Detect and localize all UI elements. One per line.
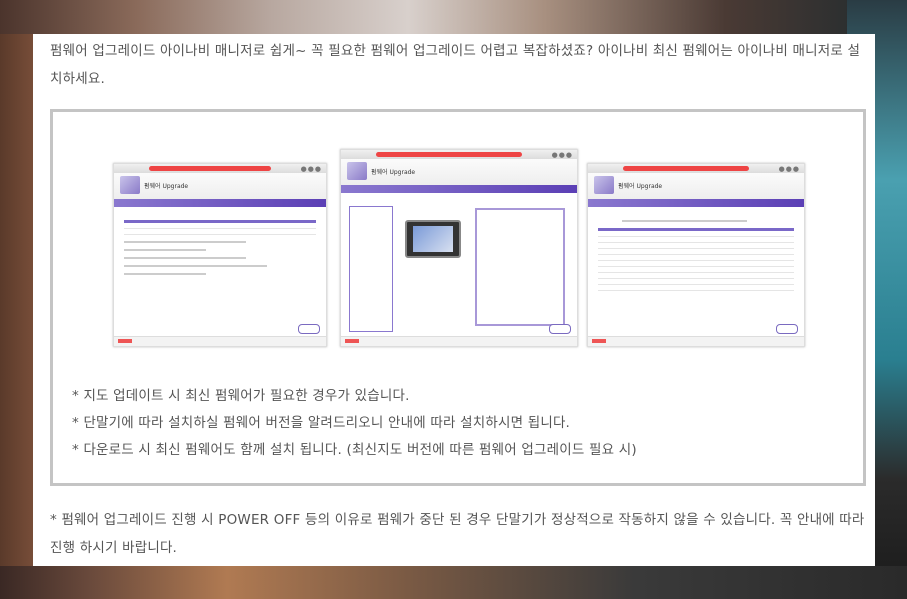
upgrade-screen-3: ●●● 펌웨어 Upgrade <box>587 163 805 347</box>
note-item: * 지도 업데이트 시 최신 펌웨어가 필요한 경우가 있습니다. <box>72 388 410 404</box>
notes-list: * 지도 업데이트 시 최신 펌웨어가 필요한 경우가 있습니다. * 단말기에… <box>72 383 637 464</box>
step-bar <box>588 199 804 207</box>
note-item: * 단말기에 따라 설치하실 펌웨어 버전을 알려드리오니 안내에 따라 설치하… <box>72 415 571 431</box>
firmware-table <box>598 228 794 291</box>
info-table <box>124 220 316 235</box>
intro-text: 펌웨어 업그레이드 아이나비 매니저로 쉽게~ 꼭 필요한 펌웨어 업그레이드 … <box>50 43 861 87</box>
next-button <box>298 324 320 334</box>
warning-note: * 펌웨어 업그레이드 진행 시 POWER OFF 등의 이유로 펌웨가 중단… <box>50 512 865 556</box>
note-item: * 다운로드 시 최신 펌웨어도 함께 설치 됩니다. (최신지도 버전에 따른… <box>72 442 637 458</box>
screen-title: 펌웨어 Upgrade <box>144 183 189 190</box>
next-button <box>549 324 571 334</box>
device-info-box <box>475 208 565 326</box>
app-logo-icon <box>120 176 140 194</box>
next-button <box>776 324 798 334</box>
upgrade-screen-2: ●●● 펌웨어 Upgrade <box>340 149 578 347</box>
screenshot-strip: ●●● 펌웨어 Upgrade ●●● 펌웨어 Upgrade ●●● 펌웨어 … <box>113 149 805 347</box>
screen-title: 펌웨어 Upgrade <box>618 183 663 190</box>
device-image <box>405 220 461 258</box>
app-logo-icon <box>594 176 614 194</box>
screen-title: 펌웨어 Upgrade <box>371 169 416 176</box>
upgrade-screen-1: ●●● 펌웨어 Upgrade <box>113 163 327 347</box>
background-top <box>0 0 907 34</box>
background-bottom <box>0 566 907 599</box>
step-bar <box>341 185 577 193</box>
step-bar <box>114 199 326 207</box>
app-logo-icon <box>347 162 367 180</box>
device-list <box>349 206 393 332</box>
